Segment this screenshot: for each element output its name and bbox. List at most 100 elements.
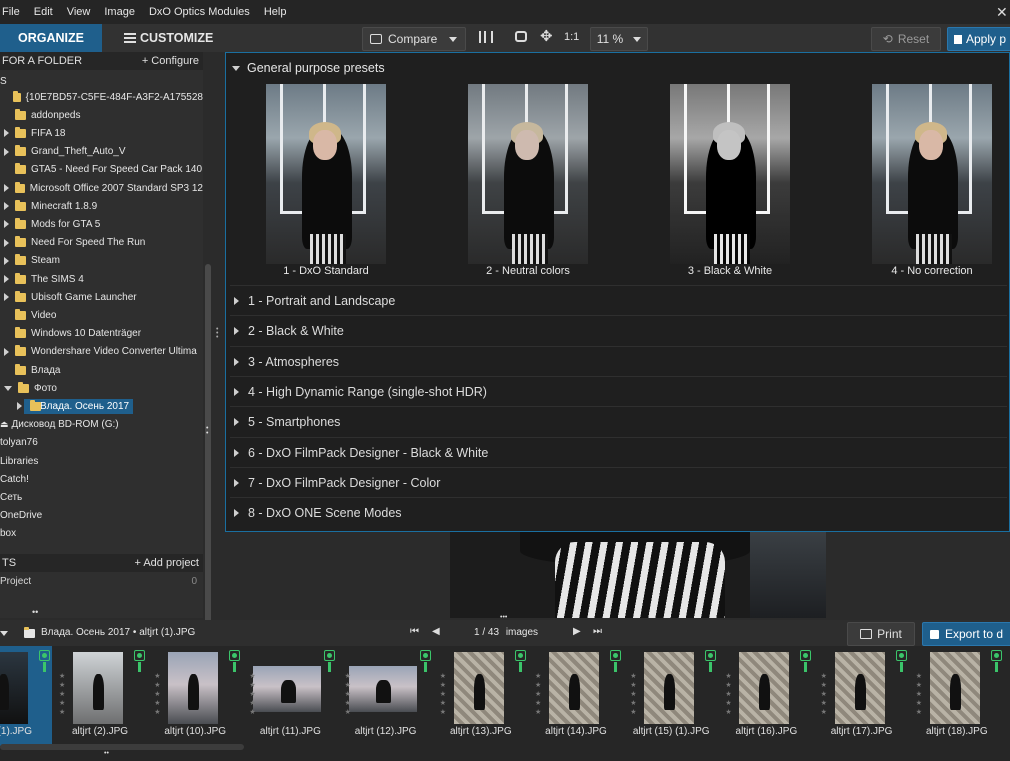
menu-view[interactable]: View (67, 6, 91, 18)
export-button[interactable]: Export to d (922, 622, 1010, 646)
tree-item[interactable]: The SIMS 4 (0, 270, 203, 288)
filmstrip-thumbnail[interactable]: ★ ★ ★ ★ ★ altjrt (2).JPG (53, 646, 147, 746)
preset-category[interactable]: 7 - DxO FilmPack Designer - Color (230, 466, 1007, 498)
crop-icon[interactable] (515, 31, 527, 42)
project-item[interactable]: Project 0 (0, 572, 203, 590)
rating-stars[interactable]: ★ ★ ★ ★ ★ (630, 672, 638, 717)
tree-item[interactable]: Ubisoft Game Launcher (0, 288, 203, 306)
tree-item[interactable]: ⏏ Дисковод BD-ROM (G:) (0, 416, 203, 434)
preset-category[interactable]: 3 - Atmospheres (230, 345, 1007, 377)
preset-category[interactable]: 1 - Portrait and Landscape (230, 285, 1007, 316)
rating-stars[interactable]: ★ ★ ★ ★ ★ (59, 672, 67, 717)
filmstrip-thumbnail[interactable]: ★ ★ ★ ★ ★ altjrt (13).JPG (434, 646, 528, 746)
preset-category[interactable]: 5 - Smartphones (230, 406, 1007, 437)
split-view-icon[interactable] (479, 31, 493, 43)
tree-item[interactable]: GTA5 - Need For Speed Car Pack 140 (0, 161, 203, 179)
preset-thumbnail[interactable] (670, 84, 790, 264)
filmstrip-thumbnail[interactable]: ★ ★ ★ ★ ★ altjrt (11).JPG (243, 646, 337, 746)
filmstrip-thumbnail[interactable]: ★ ★ ★ ★ ★ altjrt (10).JPG (148, 646, 242, 746)
apply-button[interactable]: Apply p (947, 27, 1010, 51)
preset-thumbnail[interactable] (468, 84, 588, 264)
menu-help[interactable]: Help (264, 6, 287, 18)
reset-button[interactable]: ⟲ Reset (871, 27, 941, 51)
chevron-right-icon[interactable] (4, 220, 9, 229)
tree-item[interactable]: addonpeds (0, 106, 203, 124)
tree-item[interactable]: Влада (0, 361, 203, 379)
tree-item[interactable]: Libraries (0, 452, 203, 470)
filmstrip-thumbnail[interactable]: ★ ★ ★ ★ ★ altjrt (17).JPG (815, 646, 909, 746)
next-image-icon[interactable]: ▶ (573, 626, 581, 637)
tree-item[interactable]: {10E7BD57-C5FE-484F-A3F2-A175528 (0, 88, 203, 106)
chevron-right-icon[interactable] (4, 202, 9, 211)
add-project-button[interactable]: + Add project (134, 557, 199, 569)
rating-stars[interactable]: ★ ★ ★ ★ ★ (821, 672, 829, 717)
filmstrip-thumbnail[interactable]: ★★★★★(1).JPG (0, 646, 52, 746)
last-image-icon[interactable]: ⏭ (593, 626, 602, 637)
tree-item[interactable]: tolyan76 (0, 434, 203, 452)
panel-grip-icon[interactable]: •• (32, 607, 38, 617)
filmstrip-thumbnail[interactable]: ★ ★ ★ ★ ★ altjrt (18).JPG (910, 646, 1004, 746)
menu-edit[interactable]: Edit (34, 6, 53, 18)
compare-dropdown-icon[interactable] (449, 36, 458, 42)
zoom-select[interactable]: 11 % (590, 27, 648, 51)
tree-item[interactable]: box (0, 525, 203, 543)
rating-stars[interactable]: ★ ★ ★ ★ ★ (535, 672, 543, 717)
preset-thumbnail[interactable] (872, 84, 992, 264)
rating-stars[interactable]: ★ ★ ★ ★ ★ (440, 672, 448, 717)
rating-stars[interactable]: ★ ★ ★ ★ ★ (249, 672, 257, 717)
preset-category[interactable]: 6 - DxO FilmPack Designer - Black & Whit… (230, 436, 1007, 468)
filmstrip-thumbnail[interactable]: ★ ★ ★ ★ ★ altjrt (14).JPG (529, 646, 623, 746)
tab-customize[interactable]: CUSTOMIZE (124, 24, 234, 52)
tree-item[interactable]: Windows 10 Datenträger (0, 325, 203, 343)
chevron-right-icon[interactable] (17, 402, 22, 411)
tree-item[interactable]: Mods for GTA 5 (0, 215, 203, 233)
panel-splitter-grip-2[interactable]: • • • (216, 326, 220, 341)
window-close-icon[interactable]: ✕ (996, 4, 1010, 20)
preset-thumbnail[interactable] (266, 84, 386, 264)
preset-category[interactable]: 2 - Black & White (230, 315, 1007, 346)
chevron-right-icon[interactable] (4, 184, 9, 192)
preset-category[interactable]: 4 - High Dynamic Range (single-shot HDR) (230, 375, 1007, 407)
tree-item[interactable]: Steam (0, 252, 203, 270)
filmstrip-thumbnail[interactable]: ★ ★ ★ ★ ★ altjrt (16).JPG (719, 646, 813, 746)
print-button[interactable]: Print (847, 622, 915, 646)
filmstrip-scrollbar[interactable] (0, 744, 244, 750)
chevron-right-icon[interactable] (4, 275, 9, 283)
tree-item[interactable]: Video (0, 306, 203, 324)
menu-file[interactable]: File (2, 6, 20, 18)
rating-stars[interactable]: ★ ★ ★ ★ ★ (916, 672, 924, 717)
chevron-right-icon[interactable] (4, 293, 9, 302)
tree-item[interactable]: Grand_Theft_Auto_V (0, 143, 203, 161)
filmstrip-thumbnail[interactable]: ★ ★ ★ ★ ★ altjrt (15) (1).JPG (624, 646, 718, 746)
chevron-right-icon[interactable] (4, 147, 9, 156)
chevron-right-icon[interactable] (4, 129, 9, 138)
move-icon[interactable]: ✥ (540, 28, 556, 46)
tree-item[interactable]: Microsoft Office 2007 Standard SP3 12 (0, 179, 203, 197)
chevron-right-icon[interactable] (4, 347, 9, 356)
menu-image[interactable]: Image (104, 6, 135, 18)
previous-image-icon[interactable]: ◀ (432, 626, 440, 637)
menu-dxo-optics-modules[interactable]: DxO Optics Modules (149, 6, 250, 18)
tree-item[interactable]: Catch! (0, 470, 203, 488)
first-image-icon[interactable]: ⏮ (410, 626, 419, 637)
rating-stars[interactable]: ★ ★ ★ ★ ★ (345, 672, 353, 717)
chevron-right-icon[interactable] (4, 256, 9, 265)
tree-item[interactable]: Сеть (0, 488, 203, 506)
tree-item[interactable]: Wondershare Video Converter Ultima (0, 343, 203, 361)
rating-stars[interactable]: ★ ★ ★ ★ ★ (725, 672, 733, 717)
tab-organize[interactable]: ORGANIZE (0, 24, 102, 52)
configure-button[interactable]: + Configure (142, 55, 199, 67)
general-presets-header[interactable]: General purpose presets (232, 61, 385, 75)
tree-item[interactable]: Minecraft 1.8.9 (0, 197, 203, 215)
chevron-down-icon[interactable] (0, 631, 8, 636)
tree-item[interactable]: Влада. Осень 2017 (0, 397, 203, 415)
folder-tree-scrollbar[interactable] (203, 52, 213, 656)
panel-splitter-grip[interactable]: • • (206, 425, 210, 437)
tree-item[interactable]: OneDrive (0, 507, 203, 525)
chevron-right-icon[interactable] (4, 238, 9, 247)
rating-stars[interactable]: ★ ★ ★ ★ ★ (154, 672, 162, 717)
compare-button[interactable]: Compare (362, 27, 466, 51)
tree-item[interactable]: Фото (0, 379, 203, 397)
tree-item[interactable]: Need For Speed The Run (0, 234, 203, 252)
filmstrip-thumbnail[interactable]: ★ ★ ★ ★ ★ altjrt (12).JPG (339, 646, 433, 746)
